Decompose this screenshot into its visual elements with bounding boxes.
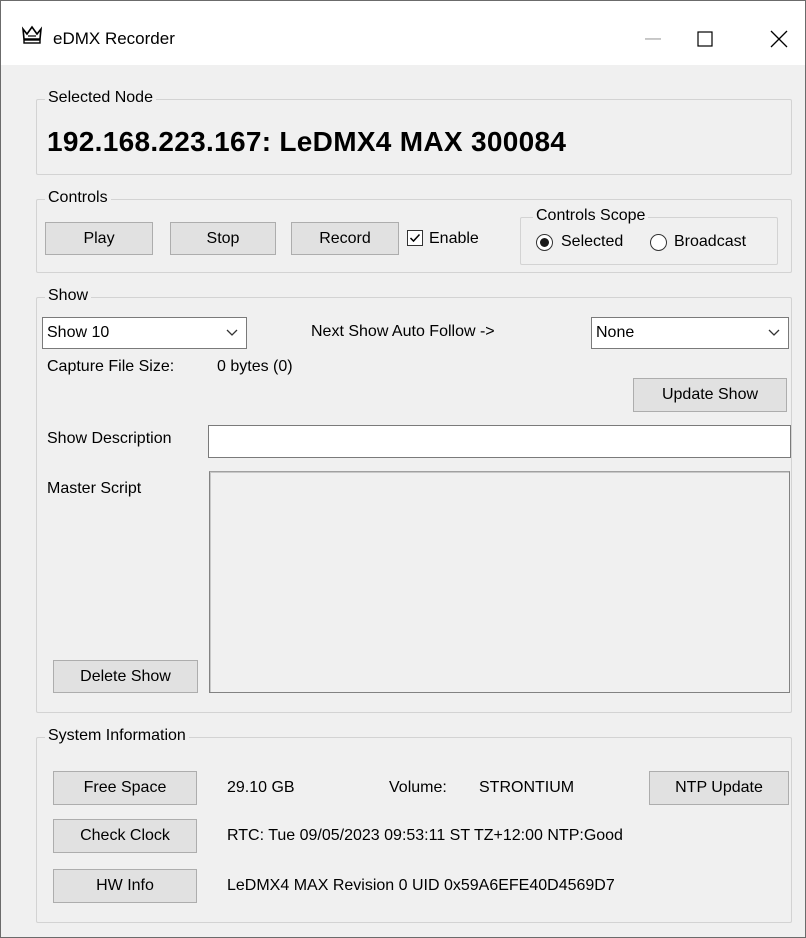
scope-selected-label[interactable]: Selected bbox=[561, 233, 623, 251]
auto-follow-value: None bbox=[596, 324, 635, 341]
window-title: eDMX Recorder bbox=[53, 29, 175, 48]
crown-icon bbox=[21, 25, 43, 44]
scope-selected-radio[interactable] bbox=[536, 234, 553, 251]
title-bar[interactable]: eDMX Recorder — bbox=[1, 1, 805, 65]
master-script-textarea[interactable] bbox=[209, 471, 790, 693]
scope-broadcast-label[interactable]: Broadcast bbox=[674, 233, 746, 251]
system-info-group: System Information Free Space 29.10 GB V… bbox=[36, 727, 792, 923]
selected-node-value: 192.168.223.167: LeDMX4 MAX 300084 bbox=[47, 126, 567, 157]
close-icon bbox=[770, 30, 788, 48]
clock-value: RTC: Tue 09/05/2023 09:53:11 ST TZ+12:00… bbox=[227, 827, 623, 844]
enable-checkbox[interactable] bbox=[407, 230, 423, 246]
show-select-value: Show 10 bbox=[47, 324, 110, 341]
selected-node-group: Selected Node 192.168.223.167: LeDMX4 MA… bbox=[36, 89, 792, 175]
capture-size-label: Capture File Size: bbox=[47, 358, 175, 375]
checkmark-icon bbox=[409, 233, 421, 243]
record-button[interactable]: Record bbox=[291, 222, 399, 255]
master-script-label: Master Script bbox=[47, 480, 142, 497]
close-button[interactable] bbox=[749, 17, 806, 61]
minimize-icon: — bbox=[645, 30, 661, 47]
play-button[interactable]: Play bbox=[45, 222, 153, 255]
show-select[interactable]: Show 10 bbox=[42, 317, 247, 349]
maximize-button[interactable] bbox=[675, 17, 735, 61]
free-space-value: 29.10 GB bbox=[227, 779, 295, 796]
scope-broadcast-radio[interactable] bbox=[650, 234, 667, 251]
controls-scope-legend: Controls Scope bbox=[533, 207, 649, 225]
volume-label: Volume: bbox=[389, 779, 447, 796]
stop-button[interactable]: Stop bbox=[170, 222, 276, 255]
free-space-button[interactable]: Free Space bbox=[53, 771, 197, 805]
hw-info-value: LeDMX4 MAX Revision 0 UID 0x59A6EFE40D45… bbox=[227, 877, 615, 894]
auto-follow-select[interactable]: None bbox=[591, 317, 789, 349]
auto-follow-label: Next Show Auto Follow -> bbox=[311, 323, 495, 340]
system-info-legend: System Information bbox=[45, 727, 189, 745]
show-description-label: Show Description bbox=[47, 430, 172, 447]
chevron-down-icon bbox=[768, 329, 780, 336]
controls-legend: Controls bbox=[45, 189, 111, 207]
enable-label[interactable]: Enable bbox=[429, 230, 479, 248]
app-window: eDMX Recorder — Selected Node 192.168.22… bbox=[0, 0, 806, 938]
delete-show-button[interactable]: Delete Show bbox=[53, 660, 198, 693]
show-description-input[interactable] bbox=[208, 425, 791, 458]
selected-node-legend: Selected Node bbox=[45, 89, 156, 107]
ntp-update-button[interactable]: NTP Update bbox=[649, 771, 789, 805]
controls-scope-group: Controls Scope Selected Broadcast bbox=[520, 207, 778, 265]
capture-size-value: 0 bytes (0) bbox=[217, 358, 293, 375]
chevron-down-icon bbox=[226, 329, 238, 336]
controls-group: Controls Play Stop Record Enable Control… bbox=[36, 189, 792, 273]
show-legend: Show bbox=[45, 287, 92, 305]
check-clock-button[interactable]: Check Clock bbox=[53, 819, 197, 853]
hw-info-button[interactable]: HW Info bbox=[53, 869, 197, 903]
maximize-icon bbox=[697, 31, 713, 47]
minimize-button[interactable]: — bbox=[623, 17, 683, 61]
update-show-button[interactable]: Update Show bbox=[633, 378, 787, 412]
volume-value: STRONTIUM bbox=[479, 779, 575, 796]
show-group: Show Show 10 Next Show Auto Follow -> No… bbox=[36, 287, 792, 713]
